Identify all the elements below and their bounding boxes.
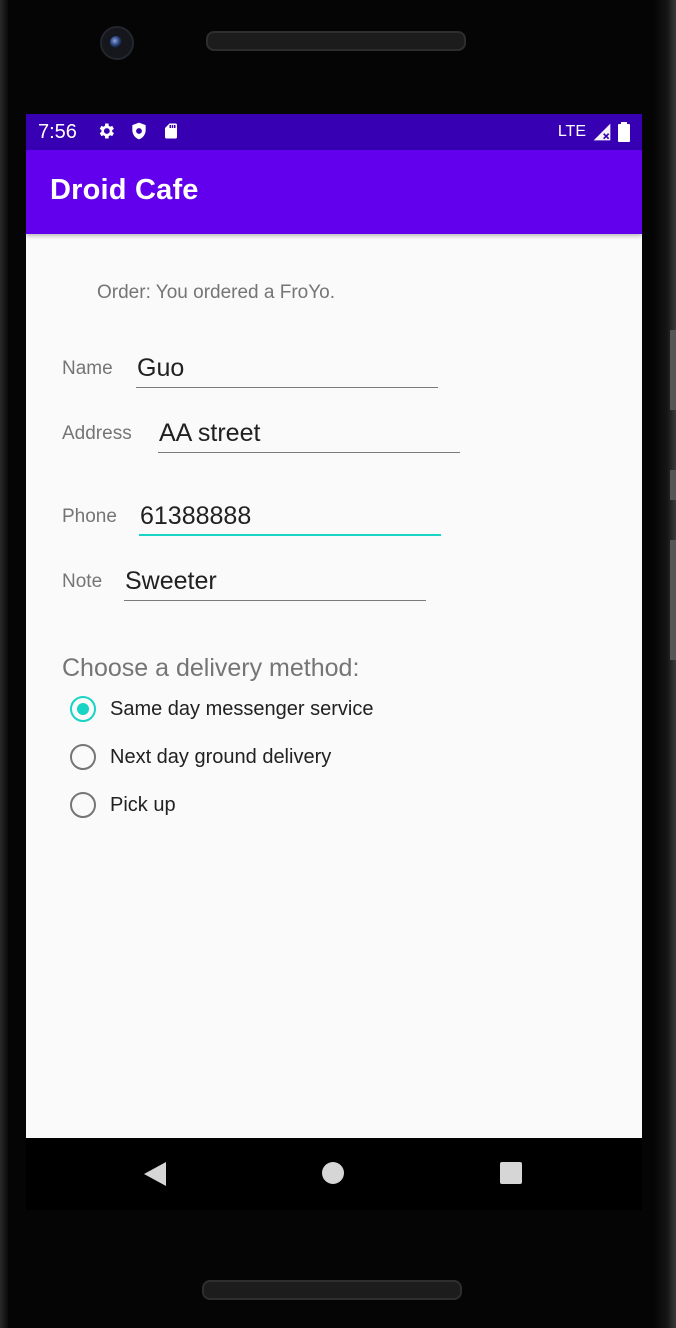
radio-button[interactable] bbox=[70, 744, 96, 770]
status-bar: 7:56 LTE bbox=[26, 114, 642, 150]
volume-button bbox=[670, 330, 676, 410]
status-icons-left bbox=[96, 121, 180, 143]
phone-label: Phone bbox=[62, 506, 117, 527]
app-title: Droid Cafe bbox=[50, 174, 199, 206]
address-label: Address bbox=[62, 423, 132, 444]
phone-input[interactable] bbox=[139, 498, 441, 536]
front-camera bbox=[100, 26, 134, 60]
gear-icon bbox=[99, 123, 114, 139]
shield-icon bbox=[132, 122, 146, 140]
top-speaker-grille bbox=[206, 31, 466, 51]
radio-pick-up[interactable]: Pick up bbox=[70, 789, 176, 821]
power-button bbox=[670, 470, 676, 500]
phone-frame: 7:56 LTE Droid Cafe Order: You ordered a… bbox=[0, 0, 676, 1328]
side-button bbox=[670, 540, 676, 660]
sd-card-icon bbox=[165, 123, 177, 139]
status-time: 7:56 bbox=[38, 121, 77, 143]
back-icon[interactable] bbox=[144, 1162, 166, 1186]
network-type: LTE bbox=[557, 123, 586, 140]
radio-label: Next day ground delivery bbox=[110, 745, 332, 768]
status-icons-right: LTE bbox=[558, 121, 630, 143]
screen: 7:56 LTE Droid Cafe Order: You ordered a… bbox=[26, 114, 642, 1138]
battery-icon bbox=[618, 122, 630, 142]
name-label: Name bbox=[62, 358, 113, 379]
note-label: Note bbox=[62, 571, 103, 592]
note-input[interactable] bbox=[124, 563, 426, 601]
camera-lens bbox=[110, 36, 122, 48]
radio-button[interactable] bbox=[70, 792, 96, 818]
home-icon[interactable] bbox=[322, 1162, 344, 1184]
app-bar: Droid Cafe bbox=[26, 150, 642, 234]
delivery-heading: Choose a delivery method: bbox=[62, 654, 360, 682]
phone-left-edge bbox=[0, 0, 8, 1328]
radio-button-checked[interactable] bbox=[70, 696, 96, 722]
recents-icon[interactable] bbox=[500, 1162, 522, 1184]
radio-label: Same day messenger service bbox=[110, 697, 374, 720]
radio-same-day[interactable]: Same day messenger service bbox=[70, 693, 373, 725]
radio-label: Pick up bbox=[110, 793, 176, 816]
radio-next-day[interactable]: Next day ground delivery bbox=[70, 741, 331, 773]
address-input[interactable] bbox=[158, 415, 460, 453]
phone-right-edge bbox=[654, 0, 676, 1328]
navigation-bar bbox=[26, 1138, 642, 1210]
bottom-speaker-grille bbox=[202, 1280, 462, 1300]
name-input[interactable] bbox=[136, 350, 438, 388]
signal-icon bbox=[593, 123, 611, 141]
order-message: Order: You ordered a FroYo. bbox=[97, 282, 336, 303]
